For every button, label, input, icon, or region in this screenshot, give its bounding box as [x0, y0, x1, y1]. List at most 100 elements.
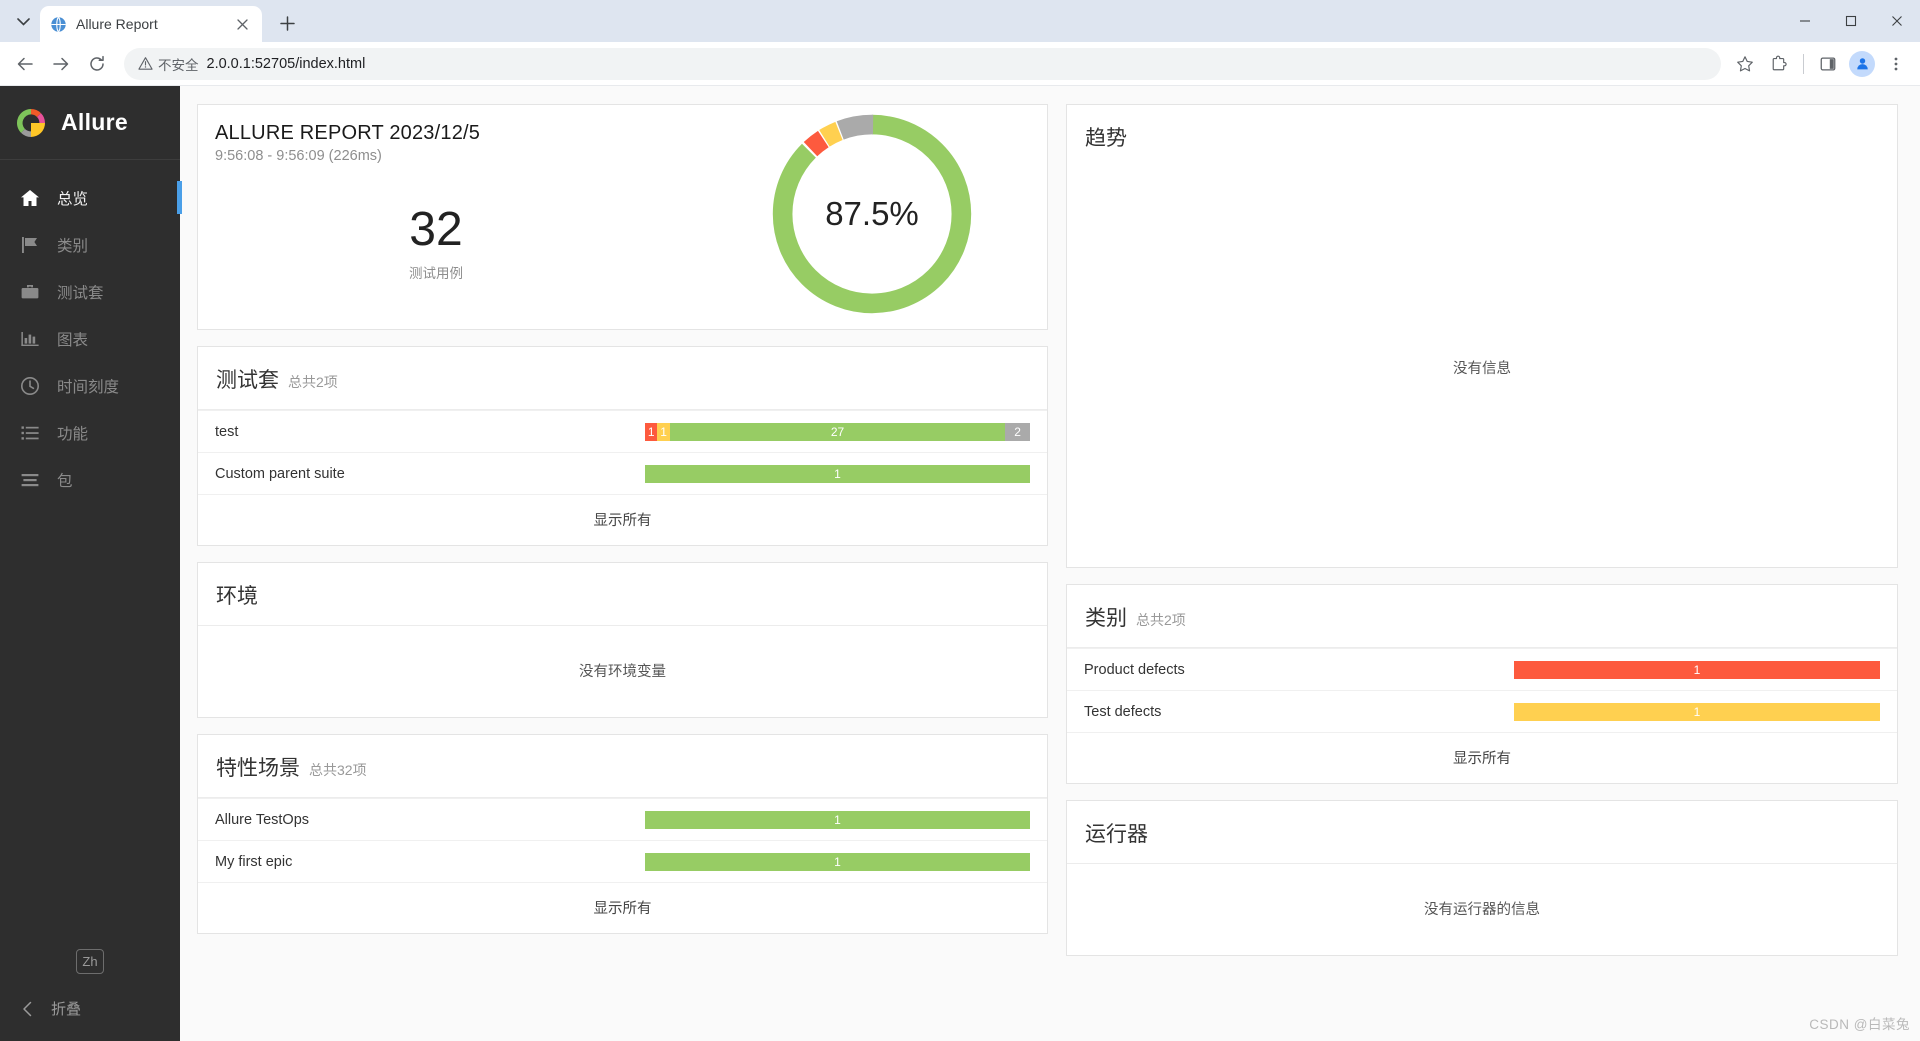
trend-empty-message: 没有信息: [1453, 360, 1511, 377]
sidebar-item-label: 图表: [57, 331, 89, 349]
window-close-icon[interactable]: [1874, 0, 1920, 42]
sidebar-item-label: 总览: [57, 190, 89, 208]
trend-body: 没有信息: [1067, 167, 1897, 567]
bar-segment-failed[interactable]: 1: [1514, 660, 1880, 679]
status-bar: 1: [1514, 660, 1880, 679]
flag-icon: [19, 234, 41, 256]
suites-show-all-button[interactable]: 显示所有: [198, 494, 1047, 545]
executors-title: 运行器: [1085, 823, 1148, 846]
browser-tab[interactable]: Allure Report: [40, 6, 262, 42]
categories-header: 类别 总共2项: [1067, 585, 1897, 647]
tab-search-icon[interactable]: [6, 5, 40, 39]
globe-icon: [50, 16, 67, 33]
executors-header: 运行器: [1067, 801, 1897, 863]
brand[interactable]: Allure: [0, 86, 180, 160]
environment-title: 环境: [216, 585, 258, 608]
status-bar: 1: [645, 852, 1030, 871]
sidebar-item-categories[interactable]: 类别: [0, 221, 180, 268]
sidebar-item-packages[interactable]: 包: [0, 456, 180, 503]
list-item[interactable]: test 1 1 27 2: [198, 410, 1047, 452]
browser-window: Allure Report 不安全 2.0.0.1:52705/index.ht…: [0, 0, 1920, 1041]
status-bar: 1 1 27 2: [645, 422, 1031, 441]
bar-segment-broken[interactable]: 1: [1514, 702, 1880, 721]
sidebar-nav: 总览 类别 测试套 图表 时间刻度 功能 包: [0, 160, 182, 503]
bar-chart-icon: [19, 328, 41, 350]
avatar: [1849, 50, 1875, 77]
side-panel-icon[interactable]: [1812, 48, 1844, 80]
features-subtitle: 总共32项: [309, 762, 367, 778]
bar-segment-passed[interactable]: 1: [645, 852, 1030, 871]
bar-segment-passed[interactable]: 1: [645, 810, 1030, 829]
summary-info: ALLURE REPORT 2023/12/5 9:56:08 - 9:56:0…: [198, 105, 717, 323]
list-item[interactable]: Product defects 1: [1067, 648, 1897, 690]
bar-segment-failed[interactable]: 1: [645, 422, 658, 441]
executors-empty-message: 没有运行器的信息: [1424, 902, 1540, 918]
minimize-icon[interactable]: [1782, 0, 1828, 42]
sidebar-item-label: 包: [57, 472, 73, 490]
maximize-icon[interactable]: [1828, 0, 1874, 42]
sidebar-item-label: 测试套: [57, 284, 104, 302]
briefcase-icon: [19, 281, 41, 303]
toolbar-divider: [1803, 53, 1804, 74]
profile-avatar-icon[interactable]: [1846, 48, 1878, 80]
features-show-all-button[interactable]: 显示所有: [198, 882, 1047, 933]
summary-donut: 87.5%: [717, 105, 1047, 323]
new-tab-button[interactable]: [270, 6, 304, 40]
feature-name: My first epic: [215, 853, 293, 870]
sidebar-item-behaviors[interactable]: 功能: [0, 409, 180, 456]
language-toggle[interactable]: Zh: [76, 949, 104, 974]
address-bar[interactable]: 不安全 2.0.0.1:52705/index.html: [124, 47, 1721, 80]
pass-rate-donut-chart[interactable]: 87.5%: [763, 105, 981, 323]
left-column: ALLURE REPORT 2023/12/5 9:56:08 - 9:56:0…: [197, 104, 1048, 1041]
allure-logo-icon: [14, 106, 48, 140]
category-name: Test defects: [1084, 703, 1162, 720]
features-header: 特性场景 总共32项: [198, 735, 1047, 797]
bar-segment-passed[interactable]: 27: [669, 422, 1006, 441]
trend-header: 趋势: [1067, 105, 1897, 167]
feature-name: Allure TestOps: [215, 811, 310, 828]
right-column: 趋势 没有信息 类别 总共2项 Product defects 1 Test d…: [1066, 104, 1898, 1041]
browser-toolbar: 不安全 2.0.0.1:52705/index.html: [0, 42, 1920, 86]
security-indicator[interactable]: 不安全: [138, 54, 199, 74]
chevron-left-icon: [22, 1001, 33, 1017]
extensions-puzzle-icon[interactable]: [1763, 48, 1795, 80]
forward-arrow-icon[interactable]: [44, 47, 78, 81]
list-item[interactable]: Allure TestOps 1: [198, 798, 1047, 840]
collapse-label: 折叠: [51, 1001, 82, 1018]
total-testcases-value: 32: [409, 203, 463, 256]
clock-icon: [19, 375, 41, 397]
bookmark-star-icon[interactable]: [1729, 48, 1761, 80]
suite-name: test: [215, 423, 239, 440]
status-bar: 1: [1514, 702, 1880, 721]
back-arrow-icon[interactable]: [8, 47, 42, 81]
close-icon[interactable]: [232, 14, 252, 34]
categories-title: 类别: [1085, 607, 1127, 630]
reload-icon[interactable]: [80, 47, 114, 81]
warning-triangle-icon: [138, 56, 153, 71]
sidebar-item-overview[interactable]: 总览: [0, 174, 182, 221]
layers-icon: [19, 469, 41, 491]
list-item[interactable]: Test defects 1: [1067, 690, 1897, 732]
list-item[interactable]: My first epic 1: [198, 840, 1047, 882]
suites-header: 测试套 总共2项: [198, 347, 1047, 409]
bar-segment-passed[interactable]: 1: [645, 464, 1030, 483]
security-label: 不安全: [158, 57, 199, 73]
summary-widget: ALLURE REPORT 2023/12/5 9:56:08 - 9:56:0…: [197, 104, 1048, 330]
pass-rate-label: 87.5%: [825, 195, 919, 232]
environment-widget: 环境 没有环境变量: [197, 562, 1048, 718]
bar-segment-broken[interactable]: 1: [657, 422, 670, 441]
environment-empty-message: 没有环境变量: [579, 664, 666, 680]
sidebar-item-suites[interactable]: 测试套: [0, 268, 180, 315]
executors-widget: 运行器 没有运行器的信息: [1066, 800, 1898, 956]
sidebar-item-timeline[interactable]: 时间刻度: [0, 362, 180, 409]
trend-title: 趋势: [1085, 127, 1127, 150]
chrome-menu-icon[interactable]: [1880, 48, 1912, 80]
trend-widget: 趋势 没有信息: [1066, 104, 1898, 568]
url-text[interactable]: 2.0.0.1:52705/index.html: [207, 56, 366, 72]
categories-show-all-button[interactable]: 显示所有: [1067, 732, 1897, 783]
brand-name: Allure: [61, 109, 128, 135]
collapse-sidebar-button[interactable]: 折叠: [0, 998, 180, 1019]
sidebar-item-graphs[interactable]: 图表: [0, 315, 180, 362]
list-item[interactable]: Custom parent suite 1: [198, 452, 1047, 494]
bar-segment-skipped[interactable]: 2: [1005, 422, 1031, 441]
